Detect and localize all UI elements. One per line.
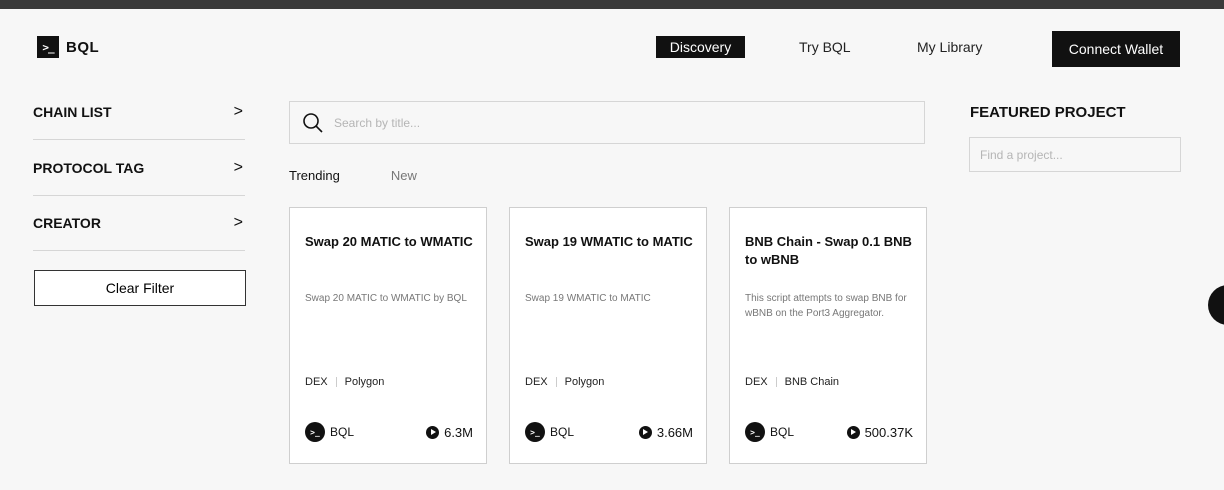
logo[interactable]: >_ BQL (37, 36, 99, 58)
clear-filter-button[interactable]: Clear Filter (34, 270, 246, 306)
nav-discovery[interactable]: Discovery (656, 36, 745, 58)
floating-action-button[interactable] (1208, 285, 1224, 325)
card-footer: >_ BQL 6.3M (305, 421, 473, 443)
tag-divider (335, 377, 337, 387)
card-description: This script attempts to swap BNB for wBN… (745, 293, 907, 319)
card-footer: >_ BQL 3.66M (525, 421, 693, 443)
card-tags: DEX Polygon (305, 376, 384, 388)
card-title: BNB Chain - Swap 0.1 BNB to wBNB (745, 234, 912, 267)
featured-project-heading: FEATURED PROJECT (970, 104, 1126, 121)
filter-protocol-tag[interactable]: PROTOCOL TAG > (33, 140, 245, 196)
chevron-right-icon: > (233, 158, 243, 176)
connect-wallet-button[interactable]: Connect Wallet (1052, 31, 1180, 67)
card-footer: >_ BQL 500.37K (745, 421, 913, 443)
card-tags: DEX BNB Chain (745, 376, 839, 388)
tag-category: DEX (305, 376, 328, 388)
script-card[interactable]: Swap 19 WMATIC to MATIC Swap 19 WMATIC t… (509, 207, 707, 464)
tag-chain: BNB Chain (784, 376, 840, 388)
play-icon (638, 425, 652, 439)
run-count-value: 500.37K (864, 424, 913, 440)
search-bar[interactable] (289, 101, 925, 144)
search-icon (303, 112, 323, 133)
avatar: >_ (525, 422, 545, 442)
logo-text: BQL (66, 38, 100, 56)
script-card[interactable]: BNB Chain - Swap 0.1 BNB to wBNB This sc… (729, 207, 927, 464)
card-description: Swap 19 WMATIC to MATIC (525, 293, 651, 304)
filter-label: CREATOR (33, 214, 101, 231)
run-count: 6.3M (426, 425, 473, 440)
find-project-input[interactable] (969, 137, 1181, 172)
tag-chain: Polygon (344, 376, 385, 388)
top-border-bar (0, 0, 1224, 9)
play-icon (426, 425, 440, 439)
run-count: 500.37K (846, 424, 913, 440)
nav-my-library[interactable]: My Library (917, 36, 982, 58)
filter-label: CHAIN LIST (33, 103, 112, 120)
tab-bar: Trending New (289, 168, 417, 183)
creator-name: BQL (330, 425, 355, 439)
run-count-value: 6.3M (444, 424, 473, 440)
card-title: Swap 20 MATIC to WMATIC (305, 234, 473, 249)
creator[interactable]: >_ BQL (525, 422, 574, 442)
run-count: 3.66M (638, 424, 693, 440)
card-tags: DEX Polygon (525, 376, 604, 388)
script-card[interactable]: Swap 20 MATIC to WMATIC Swap 20 MATIC to… (289, 207, 487, 464)
nav-try-bql[interactable]: Try BQL (799, 36, 851, 58)
filter-chain-list[interactable]: CHAIN LIST > (33, 84, 245, 140)
creator[interactable]: >_ BQL (745, 422, 794, 442)
play-icon (846, 425, 860, 439)
tab-new[interactable]: New (391, 168, 417, 183)
tag-divider (555, 377, 557, 387)
tag-chain: Polygon (564, 376, 605, 388)
tag-category: DEX (525, 376, 548, 388)
filter-creator[interactable]: CREATOR > (33, 195, 245, 251)
chevron-right-icon: > (233, 102, 243, 120)
chevron-right-icon: > (233, 213, 243, 231)
creator-name: BQL (550, 425, 575, 439)
avatar: >_ (305, 422, 325, 442)
card-description: Swap 20 MATIC to WMATIC by BQL (305, 293, 467, 304)
creator-name: BQL (770, 425, 795, 439)
tab-trending[interactable]: Trending (289, 168, 340, 183)
tag-category: DEX (745, 376, 768, 388)
tag-divider (775, 377, 777, 387)
search-input[interactable] (334, 115, 894, 130)
terminal-icon: >_ (37, 36, 59, 58)
card-title: Swap 19 WMATIC to MATIC (525, 234, 693, 249)
filter-label: PROTOCOL TAG (33, 159, 145, 176)
avatar: >_ (745, 422, 765, 442)
creator[interactable]: >_ BQL (305, 422, 354, 442)
run-count-value: 3.66M (656, 424, 693, 440)
